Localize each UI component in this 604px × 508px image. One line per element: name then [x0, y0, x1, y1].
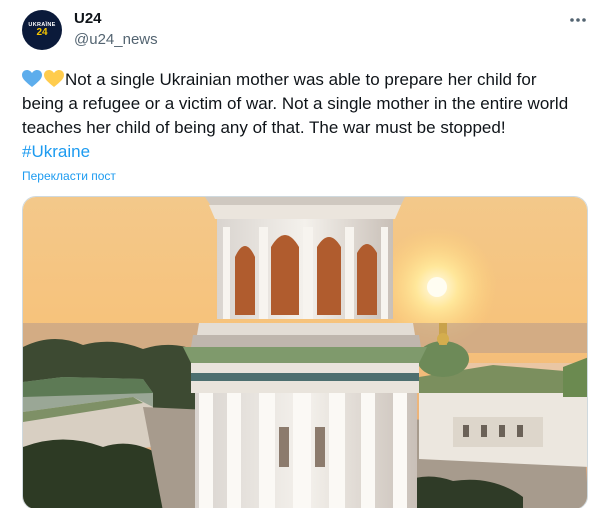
heart-emojis	[22, 70, 64, 88]
translate-post-link[interactable]: Перекласти пост	[22, 168, 116, 184]
more-horizontal-icon[interactable]	[566, 8, 590, 32]
user-handle[interactable]: @u24_news	[74, 31, 158, 49]
bell-tower-photo	[23, 197, 587, 508]
hashtag-link[interactable]: #Ukraine	[22, 140, 90, 164]
post-image[interactable]	[22, 196, 588, 508]
avatar[interactable]: UKRAÏNE 24	[22, 10, 62, 50]
display-name[interactable]: U24	[74, 10, 102, 28]
yellow-heart-icon	[44, 70, 64, 87]
post-body: Not a single Ukrainian mother was able t…	[22, 70, 569, 137]
blue-heart-icon	[22, 70, 42, 87]
tweet-card: UKRAÏNE 24 U24 @u24_news Not a single Uk…	[0, 0, 604, 508]
avatar-logo-number: 24	[36, 27, 48, 38]
post-text: Not a single Ukrainian mother was able t…	[22, 68, 578, 140]
